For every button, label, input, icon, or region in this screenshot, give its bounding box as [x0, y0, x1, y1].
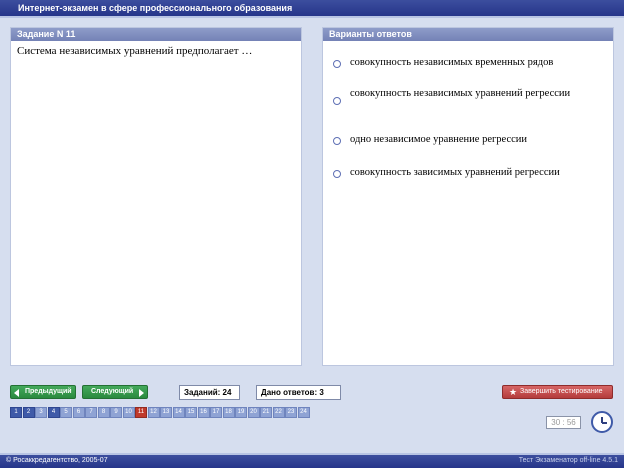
question-number-7[interactable]: 7: [85, 407, 97, 418]
running-man-icon: ★: [509, 387, 518, 397]
finish-test-label: Завершить тестирование: [520, 388, 603, 395]
prev-button[interactable]: Предыдущий: [10, 385, 76, 399]
question-number-14[interactable]: 14: [172, 407, 185, 418]
copyright-text: © Росаккредагентство, 2005-07: [6, 457, 108, 464]
answer-option-3[interactable]: одно независимое уравнение регрессии: [333, 134, 608, 148]
question-number-18[interactable]: 18: [222, 407, 235, 418]
clock-icon: [591, 411, 613, 433]
question-number-6[interactable]: 6: [72, 407, 85, 418]
question-number-16[interactable]: 16: [197, 407, 210, 418]
question-number-12[interactable]: 12: [147, 407, 160, 418]
question-number-20[interactable]: 20: [247, 407, 260, 418]
question-number-15[interactable]: 15: [185, 407, 197, 418]
question-number-2[interactable]: 2: [22, 407, 35, 418]
radio-button[interactable]: [333, 170, 341, 178]
next-button-label: Следующий: [91, 388, 134, 395]
question-number-10[interactable]: 10: [122, 407, 135, 418]
answer-option-4[interactable]: совокупность зависимых уравнений регресс…: [333, 167, 608, 181]
answer-option-label: одно независимое уравнение регрессии: [350, 134, 528, 145]
question-number-23[interactable]: 23: [285, 407, 297, 418]
task-header: Задание N 11: [11, 28, 301, 41]
next-button[interactable]: Следующий: [82, 385, 148, 399]
question-number-5[interactable]: 5: [60, 407, 72, 418]
answer-option-label: совокупность независимых временных рядов: [350, 57, 554, 68]
window-title: Интернет-экзамен в сфере профессионально…: [0, 0, 624, 18]
arrow-left-icon: [14, 389, 19, 397]
prev-button-label: Предыдущий: [25, 388, 72, 395]
question-number-13[interactable]: 13: [160, 407, 172, 418]
question-number-17[interactable]: 17: [210, 407, 222, 418]
question-navigator: 1 2 3 4 5 6 7 8 9 10 11 12 13 14 15 16 17 18 19 20 21 22 23 24: [10, 407, 310, 418]
answers-header: Варианты ответов: [323, 28, 613, 41]
question-number-3[interactable]: 3: [35, 407, 47, 418]
answer-option-label: совокупность независимых уравнений регре…: [350, 88, 571, 99]
answered-count: Дано ответов: 3: [256, 385, 341, 400]
question-number-4[interactable]: 4: [47, 407, 60, 418]
version-text: Тест Экзаменатор off-line 4.5.1: [518, 457, 618, 464]
question-number-8[interactable]: 8: [97, 407, 110, 418]
answer-option-2[interactable]: совокупность независимых уравнений регре…: [333, 88, 608, 108]
question-number-11[interactable]: 11: [135, 407, 147, 418]
question-number-24[interactable]: 24: [297, 407, 310, 418]
question-number-1[interactable]: 1: [10, 407, 22, 418]
question-number-22[interactable]: 22: [272, 407, 285, 418]
question-number-21[interactable]: 21: [260, 407, 272, 418]
finish-test-button[interactable]: ★ Завершить тестирование: [502, 385, 613, 399]
answers-panel: Варианты ответов совокупность независимы…: [322, 27, 614, 366]
radio-button[interactable]: [333, 60, 341, 68]
question-text: Система независимых уравнений предполага…: [17, 45, 253, 57]
answer-option-label: совокупность зависимых уравнений регресс…: [350, 167, 560, 178]
radio-button[interactable]: [333, 97, 341, 105]
footer: © Росаккредагентство, 2005-07 Тест Экзам…: [0, 453, 624, 468]
arrow-right-icon: [139, 389, 144, 397]
question-number-9[interactable]: 9: [110, 407, 122, 418]
answer-option-1[interactable]: совокупность независимых временных рядов: [333, 57, 608, 71]
question-number-19[interactable]: 19: [235, 407, 247, 418]
task-panel: Задание N 11 Система независимых уравнен…: [10, 27, 302, 366]
radio-button[interactable]: [333, 137, 341, 145]
tasks-count: Заданий: 24: [179, 385, 240, 400]
timer-display: 30 : 56: [546, 416, 581, 429]
